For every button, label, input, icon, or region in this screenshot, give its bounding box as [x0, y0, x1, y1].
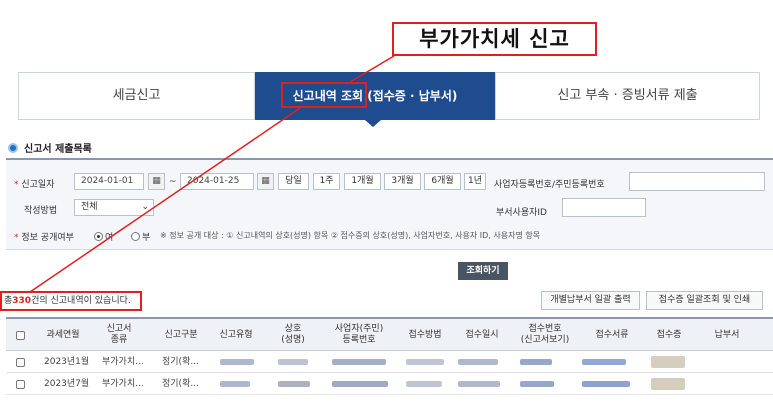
date-to-input[interactable]: 2024-01-25: [180, 173, 254, 190]
cell-period: 2023년7월: [44, 379, 90, 389]
redacted-docs[interactable]: [582, 381, 630, 387]
disclosure-label: * 정보 공개여부: [14, 230, 74, 243]
method-label: 작성방법: [24, 206, 58, 216]
period-today-button[interactable]: 당일: [278, 173, 309, 190]
redacted-docs[interactable]: [582, 359, 626, 365]
redacted-company: [278, 381, 310, 387]
period-1month-button[interactable]: 1개월: [344, 173, 381, 190]
cell-division: 정기(확...: [162, 379, 199, 389]
user-id-label: 부서사용자ID: [496, 208, 547, 218]
col-receipt-datetime[interactable]: 접수일시: [452, 319, 512, 351]
callout-title: 부가가치세 신고: [392, 22, 597, 56]
col-period[interactable]: 과세연월: [34, 319, 92, 351]
cell-period: 2023년1월: [44, 357, 90, 367]
radio-unchecked-icon: [131, 232, 140, 241]
bullet-icon: [8, 142, 18, 153]
col-docs[interactable]: 접수서류: [582, 319, 642, 351]
redacted-type: [220, 381, 250, 387]
date-label: * 신고일자: [14, 177, 55, 190]
tab-filing-history-sublabel: (접수증 · 납부서): [367, 89, 458, 103]
col-receipt[interactable]: 접수증: [644, 319, 694, 351]
disclosure-note: ※ 정보 공개 대상 : ① 신고내역의 상호(성명) 항목 ② 접수증의 상호…: [160, 231, 541, 240]
col-company[interactable]: 상호 (성명): [268, 319, 318, 351]
date-label-text: 신고일자: [21, 180, 55, 190]
tab-attachment-submit[interactable]: 신고 부속 · 증빙서류 제출: [495, 72, 760, 120]
table-header: 과세연월 신고서 종류 신고구분 신고유형 상호 (성명) 사업자(주민) 등록…: [6, 317, 773, 351]
required-mark: *: [14, 180, 19, 190]
col-receipt-method[interactable]: 접수방법: [400, 319, 450, 351]
bizno-label: 사업자등록번호/주민등록번호: [494, 180, 605, 190]
bulk-receipt-print-button[interactable]: 접수증 일괄조회 및 인쇄: [646, 291, 763, 310]
disclosure-label-text: 정보 공개여부: [21, 233, 74, 243]
calendar-icon[interactable]: ▦: [148, 173, 165, 190]
tab-bar: 세금신고 신고내역 조회 (접수증 · 납부서) 신고 부속 · 증빙서류 제출: [18, 72, 760, 120]
date-from-input[interactable]: 2024-01-01: [74, 173, 144, 190]
disclosure-no-radio[interactable]: 부: [131, 230, 150, 243]
bizno-input[interactable]: [629, 172, 765, 191]
redacted-datetime: [458, 359, 498, 365]
table-row: 2023년1월 부가가치... 정기(확...: [6, 352, 773, 373]
col-form-kind[interactable]: 신고서 종류: [94, 319, 144, 351]
count-suffix: 건의 신고내역이 있습니다.: [31, 296, 131, 306]
redacted-method: [406, 359, 444, 365]
section-header: 신고서 제출목록: [8, 140, 92, 155]
count-value: 330: [12, 296, 32, 306]
redacted-company: [278, 359, 308, 365]
chevron-down-icon: ⌄: [141, 202, 149, 212]
redacted-bizno: [332, 381, 388, 387]
redacted-bizno: [332, 359, 386, 365]
cell-kind: 부가가치...: [102, 379, 144, 389]
tab-tax-filing[interactable]: 세금신고: [18, 72, 255, 120]
col-bizno[interactable]: 사업자(주민) 등록번호: [319, 319, 399, 351]
period-3month-button[interactable]: 3개월: [384, 173, 421, 190]
period-1week-button[interactable]: 1주: [313, 173, 340, 190]
section-title: 신고서 제출목록: [24, 144, 92, 155]
search-button[interactable]: 조회하기: [458, 262, 508, 280]
active-tab-pointer: [365, 120, 381, 127]
calendar-icon[interactable]: ▦: [257, 173, 274, 190]
redacted-receipt-no[interactable]: [520, 381, 554, 387]
col-payment[interactable]: 납부서: [702, 319, 752, 351]
user-id-input[interactable]: [562, 198, 646, 217]
method-select-value: 전체: [81, 202, 98, 212]
disclosure-yes-radio[interactable]: 여: [94, 230, 113, 243]
select-all-checkbox[interactable]: [16, 331, 25, 340]
result-count: 총330건의 신고내역이 있습니다.: [0, 291, 142, 311]
col-receipt-no[interactable]: 접수번호 (신고서보기): [510, 319, 580, 351]
radio-checked-icon: [94, 232, 103, 241]
cell-kind: 부가가치...: [102, 357, 144, 367]
method-select[interactable]: 전체 ⌄: [74, 199, 154, 216]
disclosure-no-label: 부: [142, 233, 151, 243]
search-panel: * 신고일자 2024-01-01 ▦ ~ 2024-01-25 ▦ 당일 1주…: [6, 158, 773, 250]
redacted-datetime: [458, 381, 500, 387]
cell-division: 정기(확...: [162, 357, 199, 367]
row-checkbox[interactable]: [16, 358, 25, 367]
disclosure-yes-label: 여: [105, 233, 114, 243]
date-separator: ~: [169, 177, 177, 187]
redacted-type: [220, 359, 254, 365]
period-1year-button[interactable]: 1년: [464, 173, 486, 190]
redacted-method: [406, 381, 442, 387]
col-type[interactable]: 신고유형: [211, 319, 261, 351]
col-division[interactable]: 신고구분: [156, 319, 206, 351]
period-6month-button[interactable]: 6개월: [424, 173, 461, 190]
receipt-view-button[interactable]: [651, 378, 685, 390]
required-mark: *: [14, 233, 19, 243]
table-row: 2023년7월 부가가치... 정기(확...: [6, 374, 773, 395]
receipt-view-button[interactable]: [651, 356, 685, 368]
highlight-box-tab: [281, 82, 367, 108]
row-checkbox[interactable]: [16, 380, 25, 389]
redacted-receipt-no[interactable]: [520, 359, 552, 365]
bulk-payment-print-button[interactable]: 개별납부서 일괄 출력: [541, 291, 640, 310]
